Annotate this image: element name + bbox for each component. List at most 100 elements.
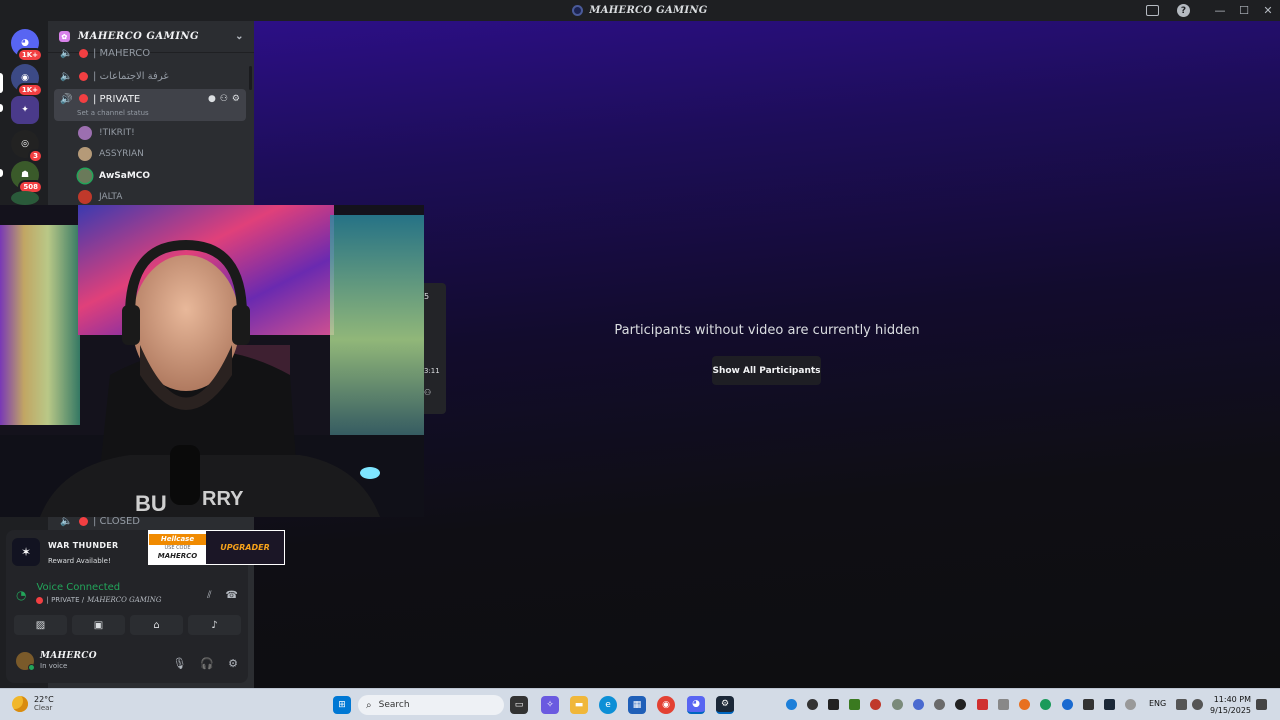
weather-widget[interactable]: 22°C Clear [12, 695, 54, 712]
scrollbar[interactable] [249, 66, 252, 90]
unread-pill [0, 169, 3, 177]
task-view-icon[interactable]: ▭ [510, 696, 528, 714]
clock[interactable]: 11:40 PM 9/15/2025 [1210, 694, 1251, 716]
unread-badge: 1K+ [16, 48, 43, 62]
tray-app-icon[interactable] [892, 699, 903, 710]
tray-app-icon[interactable] [828, 699, 839, 710]
network-icon[interactable] [1176, 699, 1187, 710]
server-icon[interactable]: ☗ 508 [11, 161, 43, 194]
minimize-button[interactable]: — [1208, 4, 1232, 17]
copilot-icon[interactable]: ✧ [541, 696, 559, 714]
microphone-icon[interactable]: 🎙 [172, 657, 186, 670]
speaker-icon: 🔈 [60, 47, 73, 59]
user-info[interactable]: MAHERCO In voice [16, 651, 97, 671]
voice-actions: ⫽ ☎ [207, 590, 238, 601]
unread-pill [0, 104, 3, 112]
noise-suppression-icon[interactable]: ⫽ [207, 590, 211, 601]
channel-actions: ● ⚇ ⚙ [208, 94, 240, 104]
channel-status[interactable]: Set a channel status [77, 109, 149, 117]
help-icon[interactable]: ? [1177, 4, 1190, 17]
avatar [78, 169, 92, 183]
title-bar: MAHERCO GAMING ? — ☐ ✕ [0, 0, 1280, 21]
taskbar-search[interactable]: ⌕ Search [358, 695, 504, 715]
voice-member-speaking[interactable]: AwSaMCO [78, 166, 150, 186]
edge-icon[interactable]: e [599, 696, 617, 714]
tray-app-icon[interactable] [1019, 699, 1030, 710]
tray-app-icon[interactable] [786, 699, 797, 710]
active-server-pill [0, 73, 3, 93]
taskbar: 22°C Clear ⊞ ⌕ Search ▭ ✧ ▬ e ▦ ◉ ◕ ⚙ EN… [0, 688, 1280, 720]
promo-subtitle: Reward Available! [48, 557, 111, 565]
svg-text:BU: BU [135, 491, 167, 516]
voice-channel[interactable]: 🔈 | غرفة الاجتماعات [54, 66, 246, 86]
maximize-button[interactable]: ☐ [1232, 4, 1256, 17]
chat-icon[interactable]: ● [208, 94, 216, 104]
tray-app-icon[interactable] [934, 699, 945, 710]
nvidia-icon[interactable] [849, 699, 860, 710]
tray-app-icon[interactable] [1083, 699, 1094, 710]
disconnect-icon[interactable]: ☎ [226, 590, 238, 601]
discord-icon[interactable]: ◕ [687, 696, 705, 714]
avatar [78, 147, 92, 161]
voice-location[interactable]: | PRIVATE / MAHERCO GAMING [36, 596, 161, 604]
settings-gear-icon[interactable]: ⚙ [232, 94, 240, 104]
tray-app-icon[interactable] [870, 699, 881, 710]
voice-channel-active[interactable]: 🔊 | PRIVATE Set a channel status ● ⚇ ⚙ [54, 89, 246, 121]
close-button[interactable]: ✕ [1256, 4, 1280, 17]
window-title: MAHERCO GAMING [572, 5, 707, 16]
tray-app-icon[interactable] [913, 699, 924, 710]
participant-popout[interactable]: 5 3:11 ⚇ [424, 283, 446, 414]
invite-icon[interactable]: ⚇ [220, 94, 228, 104]
red-dot-icon [79, 71, 88, 81]
user-settings-gear-icon[interactable]: ⚙ [228, 657, 238, 670]
tray-app-icon[interactable] [807, 699, 818, 710]
sponsor-cta: UPGRADER [206, 531, 284, 564]
avatar [78, 190, 92, 204]
chevron-down-icon[interactable]: ⌄ [235, 31, 244, 42]
microphone-tray-icon[interactable] [1125, 699, 1136, 710]
server-icon[interactable]: ◉ 1K+ [11, 64, 43, 97]
voice-member[interactable]: ASSYRIAN [78, 144, 144, 164]
speaker-icon: 🔈 [60, 70, 73, 82]
activity-button[interactable]: ⌂ [130, 615, 183, 635]
soundboard-button[interactable]: ♪ [188, 615, 241, 635]
screen-share-button[interactable]: ▣ [72, 615, 125, 635]
start-windows-icon[interactable]: ⊞ [333, 696, 351, 714]
headphones-icon[interactable]: 🎧 [200, 657, 214, 670]
steam-tray-icon[interactable] [1104, 699, 1115, 710]
temperature: 22°C [34, 695, 54, 704]
voice-channel[interactable]: 🔈 | MAHERCO [54, 46, 246, 60]
participant-count: 5 [424, 292, 430, 301]
sponsor-banner[interactable]: Hellcase USE CODE MAHERCO UPGRADER [148, 530, 285, 565]
weather-condition: Clear [34, 704, 53, 712]
red-dot-icon [36, 596, 44, 604]
camera-off-button[interactable]: ▨ [14, 615, 67, 635]
unread-badge: 1K+ [16, 83, 43, 97]
voice-member[interactable]: !TIKRIT! [78, 123, 135, 143]
server-icon[interactable] [11, 191, 39, 205]
voice-connection: ◔ Voice Connected | PRIVATE / MAHERCO GA… [16, 582, 161, 604]
language-indicator[interactable]: ENG [1149, 699, 1166, 708]
call-duration: 3:11 [424, 367, 440, 375]
show-all-participants-button[interactable]: Show All Participants [712, 356, 821, 385]
server-icon[interactable]: ✦ [11, 96, 39, 124]
store-icon[interactable]: ▦ [628, 696, 646, 714]
bluetooth-icon[interactable] [1062, 699, 1073, 710]
volume-icon[interactable] [1192, 699, 1203, 710]
file-explorer-icon[interactable]: ▬ [570, 696, 588, 714]
steam-icon[interactable]: ⚙ [716, 696, 734, 714]
tray-app-icon[interactable] [1040, 699, 1051, 710]
voice-status[interactable]: Voice Connected [36, 582, 161, 593]
chrome-icon[interactable]: ◉ [657, 696, 675, 714]
server-icon[interactable]: ◎ 3 [11, 130, 43, 163]
tray-app-icon[interactable] [955, 699, 966, 710]
war-thunder-icon: ✶ [12, 538, 40, 566]
direct-messages-icon[interactable]: ◕ 1K+ [11, 29, 43, 62]
tray-app-icon[interactable] [998, 699, 1009, 710]
notification-icon[interactable] [1256, 699, 1267, 710]
voice-member[interactable]: JALTA [78, 187, 122, 207]
participants-icon[interactable]: ⚇ [424, 388, 431, 397]
inbox-icon[interactable] [1146, 5, 1159, 16]
tray-app-icon[interactable] [977, 699, 988, 710]
signal-icon[interactable]: ◔ [16, 588, 26, 604]
